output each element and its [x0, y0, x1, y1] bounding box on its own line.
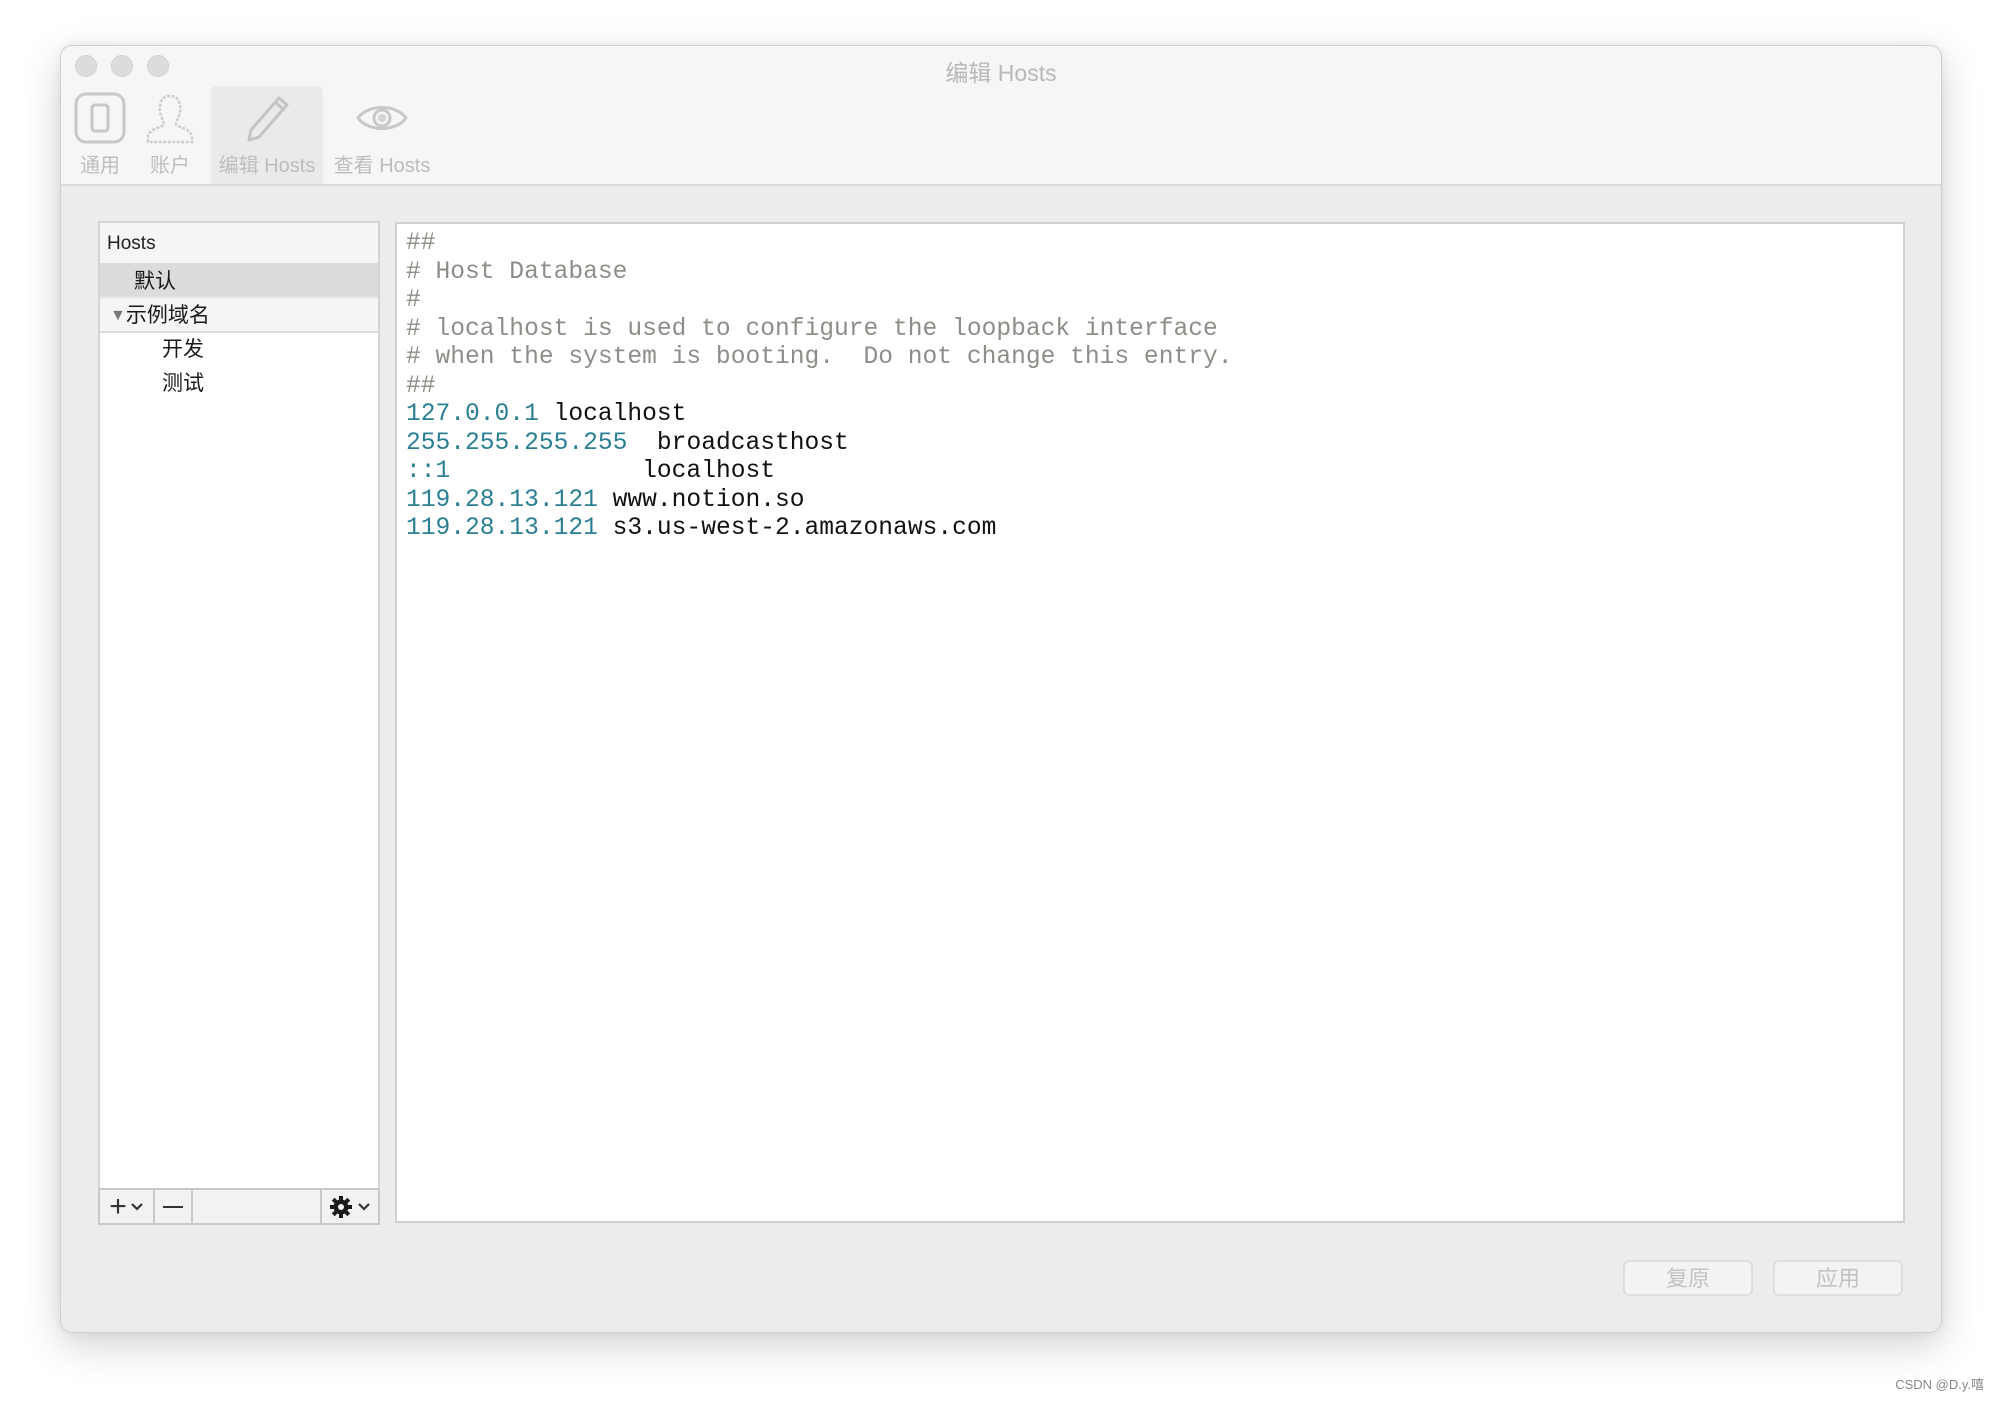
- sidebar-item-test[interactable]: 测试: [100, 367, 378, 401]
- sidebar-bottom-spacer: [193, 1190, 322, 1223]
- tab-edit-hosts[interactable]: 编辑 Hosts: [211, 86, 323, 184]
- hostname: s3.us-west-2.amazonaws.com: [612, 515, 997, 542]
- remove-button[interactable]: [155, 1190, 193, 1223]
- host-entry: ::1 localhost: [406, 458, 1903, 487]
- minus-icon: [163, 1205, 183, 1208]
- comment-line: # when the system is booting. Do not cha…: [406, 344, 1233, 371]
- disclosure-triangle-icon[interactable]: ▼: [110, 307, 126, 324]
- ip-address: 255.255.255.255: [406, 429, 628, 457]
- device-icon: [74, 92, 126, 144]
- eye-icon: [356, 106, 408, 130]
- ip-address: 119.28.13.121: [406, 486, 598, 514]
- user-icon: [146, 94, 194, 144]
- separator: [539, 401, 554, 428]
- revert-button[interactable]: 复原: [1623, 1260, 1753, 1296]
- chevron-down-icon: [358, 1202, 370, 1211]
- host-entry: 255.255.255.255 broadcasthost: [406, 430, 1903, 459]
- window-title: 编辑 Hosts: [945, 60, 1057, 86]
- comment-line: ##: [406, 230, 436, 257]
- plus-icon: +: [109, 1189, 127, 1223]
- sidebar-item-default[interactable]: 默认: [100, 265, 378, 299]
- sidebar-item-label: 开发: [162, 338, 204, 361]
- watermark: CSDN @D.y.嘻: [1895, 1377, 1984, 1392]
- chevron-down-icon: [130, 1202, 143, 1211]
- add-button[interactable]: +: [100, 1190, 155, 1223]
- ip-address: ::1: [406, 458, 451, 485]
- hostname: broadcasthost: [656, 429, 849, 457]
- separator: [627, 430, 657, 457]
- hosts-editor[interactable]: ## # Host Database # # localhost is used…: [395, 222, 1905, 1223]
- tab-label: 账户: [150, 155, 190, 177]
- gear-menu-button[interactable]: [322, 1190, 378, 1223]
- comment-line: # localhost is used to configure the loo…: [406, 315, 1218, 343]
- tab-general[interactable]: 通用: [69, 86, 131, 184]
- hosts-sidebar: Hosts 默认 ▼示例域名 开发 测试: [98, 221, 380, 1221]
- tab-view-hosts[interactable]: 查看 Hosts: [327, 86, 437, 184]
- tab-label: 通用: [80, 155, 120, 177]
- sidebar-item-label: 默认: [134, 270, 176, 293]
- titlebar: 编辑 Hosts 通用 账户 编辑 Hosts 查看 Hosts: [61, 46, 1941, 186]
- apply-button[interactable]: 应用: [1773, 1260, 1903, 1296]
- comment-line: # Host Database: [406, 258, 628, 286]
- pencil-icon: [247, 96, 289, 142]
- sidebar-item-label: 测试: [162, 372, 204, 395]
- sidebar-header: Hosts: [100, 223, 378, 265]
- host-entry: 119.28.13.121 www.notion.so: [406, 487, 1903, 516]
- sidebar-item-example-domains[interactable]: ▼示例域名: [100, 299, 378, 333]
- ip-address: 127.0.0.1: [406, 401, 539, 428]
- comment-line: ##: [406, 372, 436, 400]
- ip-address: 119.28.13.121: [406, 515, 598, 542]
- gear-icon: [330, 1195, 352, 1218]
- hostname: localhost: [642, 458, 775, 485]
- sidebar-bottom-bar: +: [98, 1188, 380, 1225]
- sidebar-item-dev[interactable]: 开发: [100, 333, 378, 367]
- tab-account[interactable]: 账户: [137, 86, 203, 184]
- preferences-window: 编辑 Hosts 通用 账户 编辑 Hosts 查看 Hosts Hosts 默…: [60, 45, 1942, 1333]
- host-entry: 127.0.0.1 localhost: [406, 401, 1903, 430]
- tab-label: 查看 Hosts: [333, 155, 431, 177]
- tab-label: 编辑 Hosts: [218, 155, 316, 177]
- separator: [598, 487, 613, 514]
- hostname: www.notion.so: [612, 486, 805, 514]
- host-entry: 119.28.13.121 s3.us-west-2.amazonaws.com: [406, 515, 1903, 544]
- separator: [598, 515, 613, 542]
- comment-line: #: [406, 287, 421, 314]
- separator: [450, 458, 642, 485]
- hostname: localhost: [553, 401, 687, 428]
- sidebar-item-label: 示例域名: [125, 304, 210, 327]
